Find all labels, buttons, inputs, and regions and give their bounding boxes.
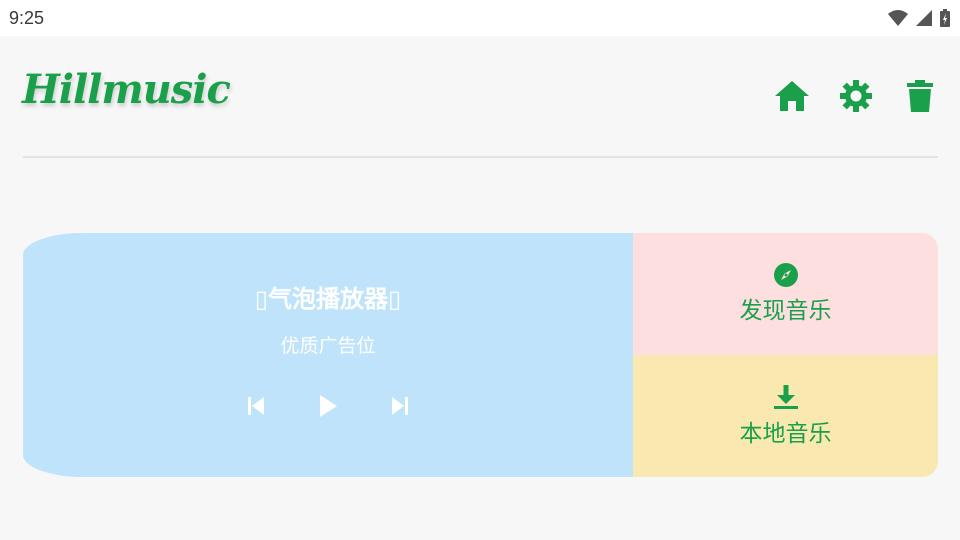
skip-previous-icon	[248, 397, 264, 415]
player-title: ▯气泡播放器▯	[254, 285, 402, 313]
bubble-player[interactable]: ▯气泡播放器▯ 优质广告位	[23, 233, 633, 477]
gear-icon	[840, 80, 872, 112]
trash-icon	[907, 80, 933, 112]
app-logo: Hillmusic	[22, 66, 231, 113]
app-header: Hillmusic	[0, 36, 960, 158]
previous-button[interactable]	[241, 391, 271, 421]
status-time: 9:25	[9, 8, 45, 28]
settings-button[interactable]	[838, 78, 874, 114]
signal-icon	[916, 10, 932, 26]
compass-icon	[773, 263, 798, 287]
home-icon	[775, 81, 809, 111]
discover-music-tile[interactable]: 发现音乐	[633, 233, 938, 355]
delete-button[interactable]	[902, 78, 938, 114]
status-bar: 9:25	[0, 0, 960, 36]
player-controls	[23, 391, 633, 421]
next-button[interactable]	[385, 391, 415, 421]
status-icons	[888, 8, 950, 28]
home-card: ▯气泡播放器▯ 优质广告位 发现音乐 本地音乐	[23, 233, 938, 477]
discover-music-label: 发现音乐	[739, 298, 832, 324]
battery-icon	[940, 9, 950, 27]
skip-next-icon	[392, 397, 408, 415]
header-divider	[23, 156, 938, 158]
player-subtitle: 优质广告位	[280, 335, 376, 357]
local-music-label: 本地音乐	[739, 421, 832, 447]
header-actions	[774, 78, 938, 114]
home-button[interactable]	[774, 78, 810, 114]
wifi-icon	[888, 10, 908, 26]
play-icon	[320, 395, 337, 417]
local-music-tile[interactable]: 本地音乐	[633, 355, 938, 477]
play-button[interactable]	[313, 391, 343, 421]
download-icon	[773, 385, 798, 409]
